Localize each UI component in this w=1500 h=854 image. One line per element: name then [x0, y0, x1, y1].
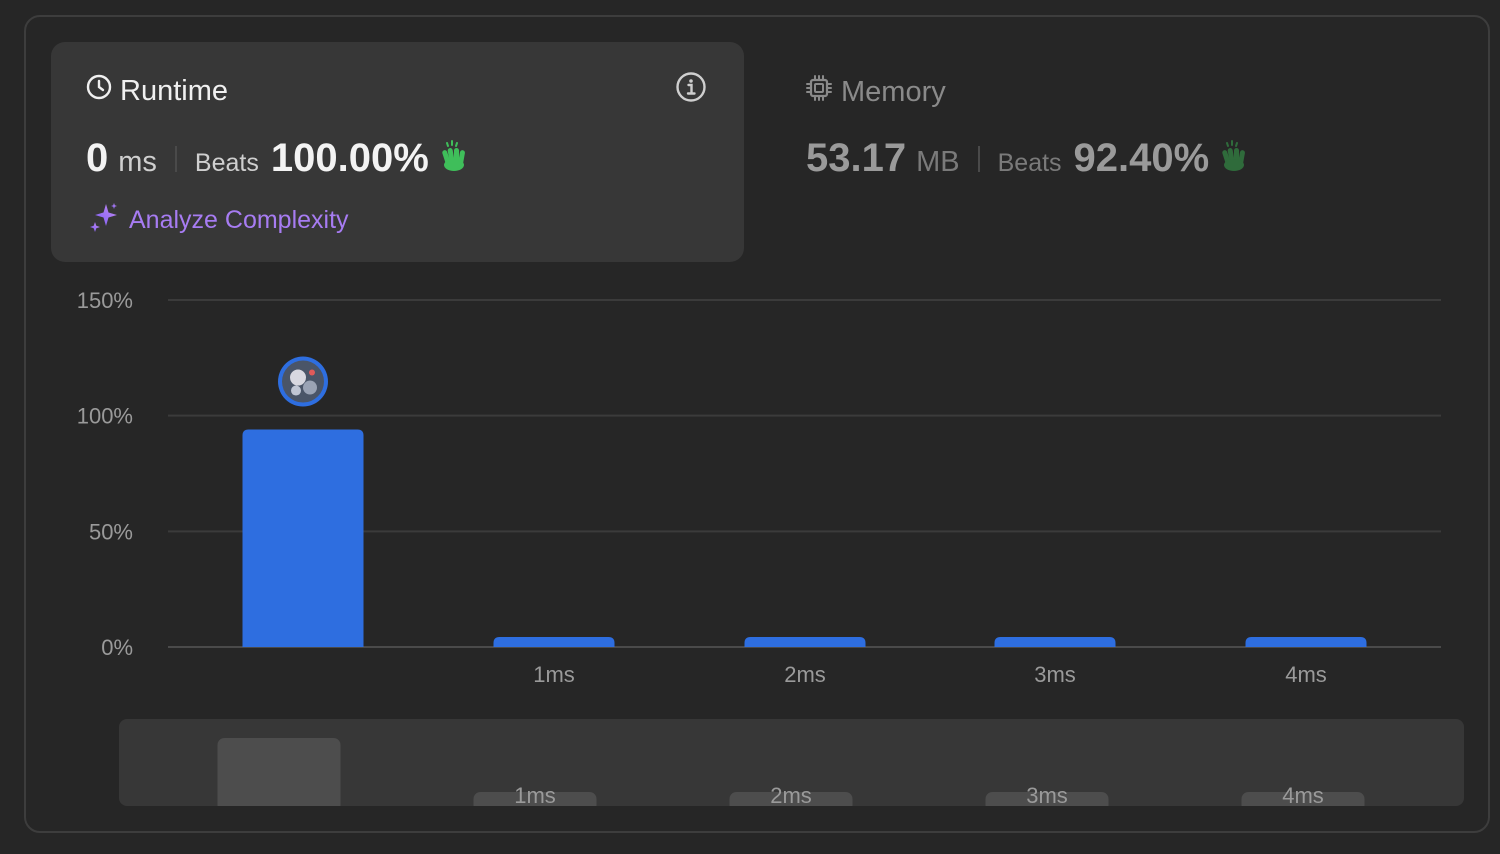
runtime-title-label: Runtime	[120, 74, 228, 107]
info-icon[interactable]	[674, 70, 708, 104]
memory-stat: 53.17 MB Beats 92.40%	[806, 136, 1251, 181]
clap-icon	[435, 140, 471, 177]
clock-icon	[86, 74, 112, 108]
runtime-beats-label: Beats	[194, 149, 259, 177]
runtime-value: 0	[86, 136, 109, 180]
memory-value: 53.17	[806, 136, 907, 180]
divider	[977, 145, 980, 172]
runtime-stat: 0 ms Beats 100.00%	[86, 136, 471, 181]
memory-title[interactable]: Memory	[805, 74, 946, 110]
overview-tick-label: 2ms	[770, 783, 812, 806]
overview-tick-label: 4ms	[1282, 783, 1324, 806]
sparkle-icon	[87, 200, 121, 241]
chip-icon	[805, 74, 833, 110]
overview-bar	[217, 738, 341, 806]
overview-tick-label: 1ms	[514, 783, 556, 806]
runtime-title: Runtime	[86, 74, 228, 108]
analyze-complexity-button[interactable]: Analyze Complexity	[87, 200, 349, 241]
memory-beats-percent: 92.40%	[1073, 136, 1210, 180]
chart-overview-scrollbar[interactable]: 1ms 2ms 3ms 4ms	[119, 719, 1464, 806]
memory-title-label: Memory	[841, 75, 946, 108]
runtime-beats-percent: 100.00%	[270, 136, 429, 180]
clap-icon	[1215, 140, 1251, 177]
divider	[174, 145, 177, 172]
overview-tick-label: 3ms	[1026, 783, 1068, 806]
overview-chart: 1ms 2ms 3ms 4ms	[217, 738, 1365, 806]
memory-beats-label: Beats	[997, 149, 1062, 177]
memory-unit: MB	[916, 146, 960, 178]
runtime-unit: ms	[118, 146, 157, 178]
analyze-complexity-label: Analyze Complexity	[129, 206, 349, 234]
